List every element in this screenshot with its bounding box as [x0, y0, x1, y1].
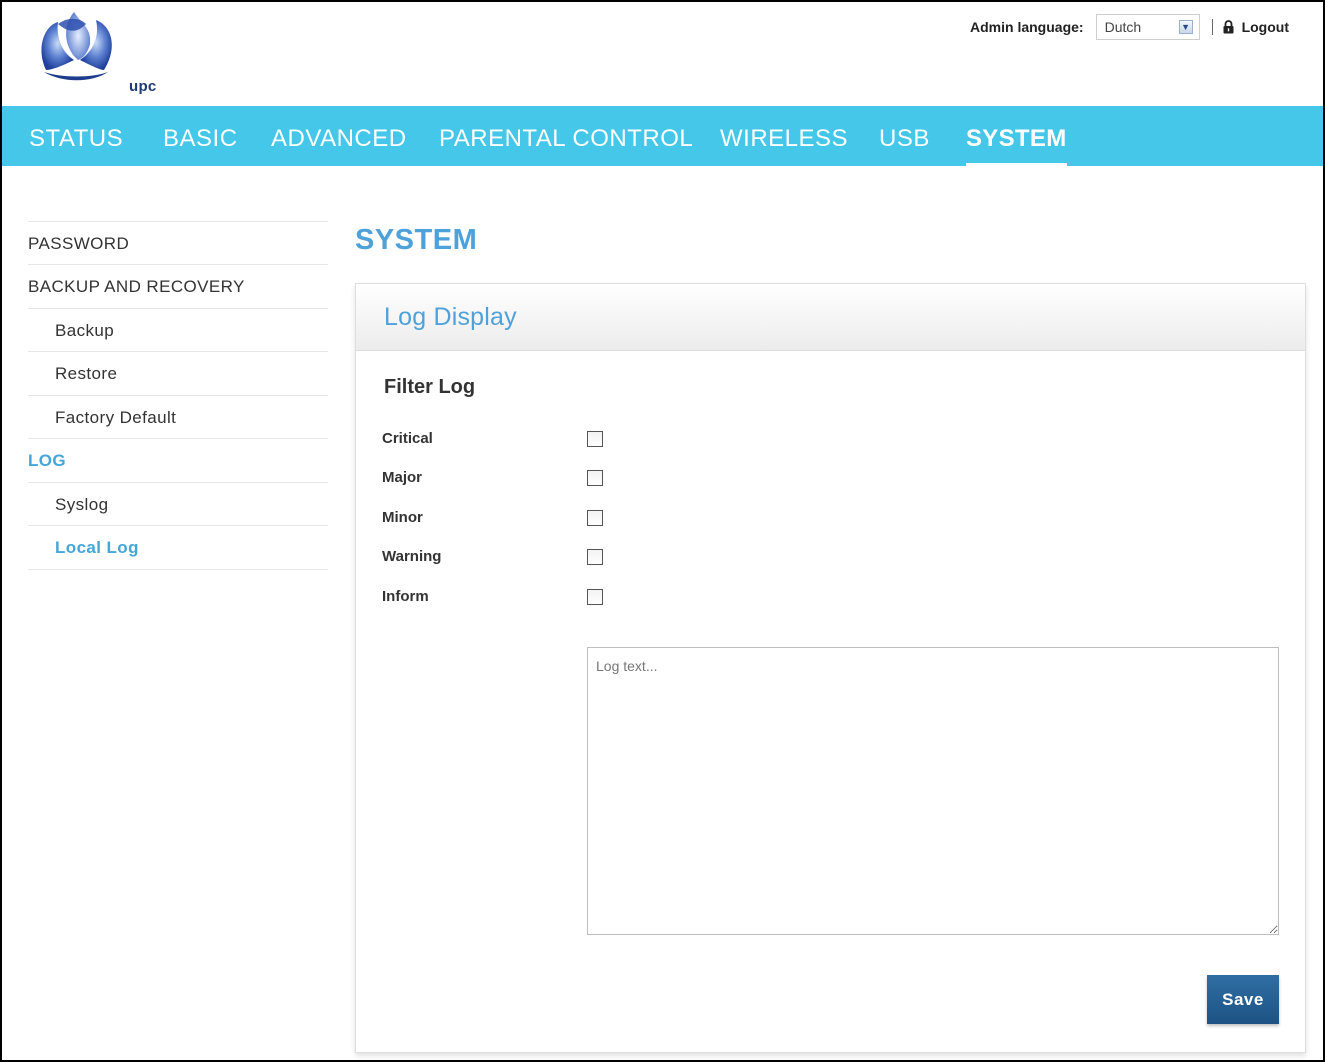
sidebar-divider — [28, 569, 328, 570]
sidebar-item-log[interactable]: LOG — [28, 438, 328, 481]
filter-label-major: Major — [382, 469, 423, 486]
nav-tab-basic[interactable]: BASIC — [163, 106, 238, 166]
filter-row-critical: Critical — [382, 428, 682, 450]
admin-language-value: Dutch — [1104, 19, 1142, 35]
filter-label-inform: Inform — [382, 588, 429, 605]
upc-flower-icon — [41, 12, 112, 81]
filter-row-minor: Minor — [382, 507, 682, 529]
panel-header: Log Display — [356, 284, 1305, 351]
sidebar-item-backup[interactable]: Backup — [28, 308, 328, 351]
sidebar-item-factory-default[interactable]: Factory Default — [28, 395, 328, 438]
nav-tab-advanced[interactable]: ADVANCED — [271, 106, 407, 166]
admin-language-select[interactable]: Dutch ▼ — [1095, 14, 1200, 40]
nav-tab-wireless[interactable]: WIRELESS — [720, 106, 848, 166]
panel-title: Log Display — [384, 303, 517, 331]
save-button[interactable]: Save — [1207, 975, 1279, 1024]
log-display-panel: Log Display Filter Log Critical Major Mi… — [355, 283, 1306, 1053]
logout-link[interactable]: Logout — [1223, 19, 1289, 35]
nav-tab-system[interactable]: SYSTEM — [966, 106, 1067, 166]
nav-tab-parental-control[interactable]: PARENTAL CONTROL — [439, 106, 693, 166]
filter-label-warning: Warning — [382, 548, 442, 565]
nav-tab-system-label: SYSTEM — [966, 125, 1067, 152]
filter-checkbox-major[interactable] — [587, 470, 603, 486]
filter-label-minor: Minor — [382, 509, 423, 526]
admin-language-label: Admin language: — [970, 19, 1084, 35]
sidebar-item-restore[interactable]: Restore — [28, 351, 328, 394]
logout-label: Logout — [1241, 19, 1289, 35]
sidebar-item-syslog[interactable]: Syslog — [28, 482, 328, 525]
filter-checkbox-warning[interactable] — [587, 549, 603, 565]
chevron-down-icon[interactable]: ▼ — [1178, 20, 1193, 34]
active-tab-indicator — [966, 163, 1067, 166]
filter-row-warning: Warning — [382, 546, 682, 568]
nav-tab-usb[interactable]: USB — [879, 106, 930, 166]
brand-text: upc — [129, 78, 157, 95]
filter-row-inform: Inform — [382, 586, 682, 608]
filter-row-major: Major — [382, 467, 682, 489]
filter-checkbox-critical[interactable] — [587, 431, 603, 447]
sidebar-item-local-log[interactable]: Local Log — [28, 525, 328, 568]
header-separator — [1211, 19, 1213, 35]
router-admin-window: upc Admin language: Dutch ▼ Logout STATU… — [0, 0, 1325, 1062]
upc-logo[interactable]: upc — [34, 8, 156, 95]
nav-tab-status[interactable]: STATUS — [29, 106, 123, 166]
lock-icon — [1223, 20, 1234, 34]
filter-log-heading: Filter Log — [384, 376, 476, 398]
sidebar-item-backup-and-recovery[interactable]: BACKUP AND RECOVERY — [28, 264, 328, 307]
main-nav: STATUS BASIC ADVANCED PARENTAL CONTROL W… — [2, 106, 1323, 166]
sidebar-item-password[interactable]: PASSWORD — [28, 221, 328, 264]
filter-checkbox-inform[interactable] — [587, 589, 603, 605]
page-title: SYSTEM — [355, 224, 478, 256]
filter-label-critical: Critical — [382, 430, 433, 447]
header-controls: Admin language: Dutch ▼ Logout — [970, 14, 1289, 40]
filter-checkbox-minor[interactable] — [587, 510, 603, 526]
log-text-area[interactable] — [587, 647, 1279, 935]
